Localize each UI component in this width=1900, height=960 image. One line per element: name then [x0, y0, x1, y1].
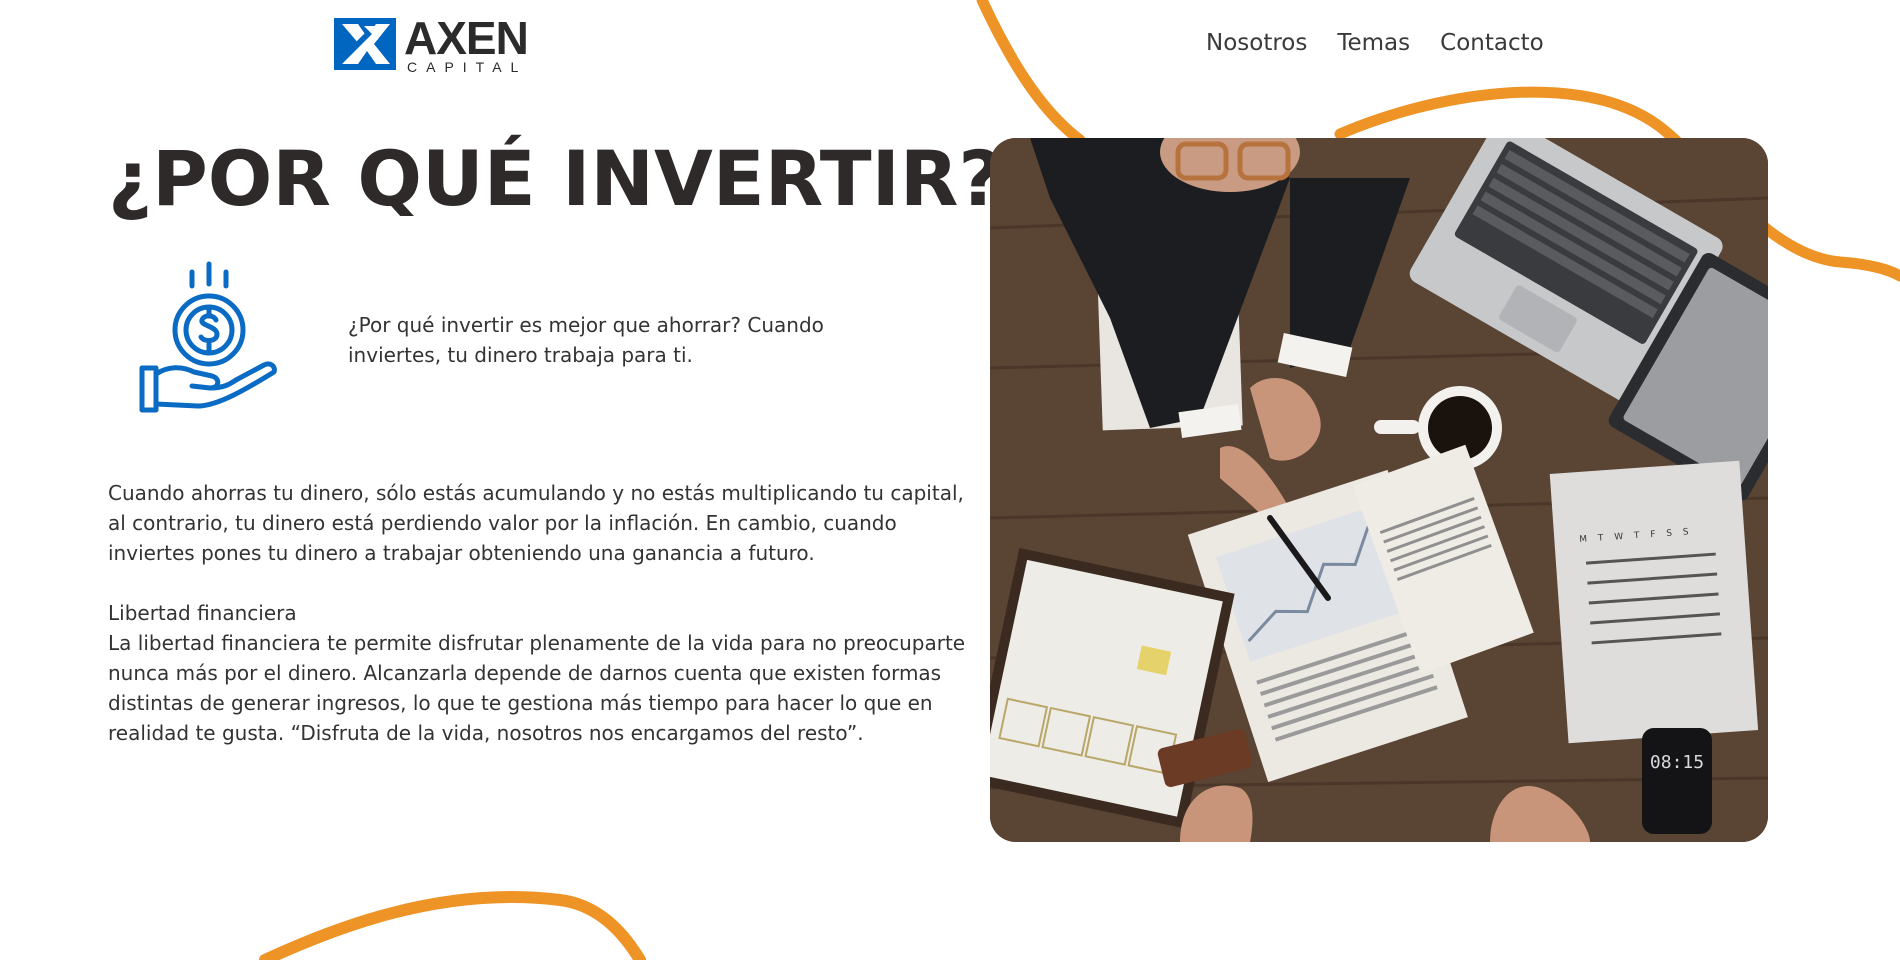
body-paragraph-savings: Cuando ahorras tu dinero, sólo estás acu…	[108, 481, 964, 565]
body-paragraph-freedom: La libertad financiera te permite disfru…	[108, 631, 966, 745]
page-title: ¿POR QUÉ INVERTIR?	[108, 134, 1003, 223]
x-arrow-logo-icon	[334, 18, 396, 70]
main-nav: Nosotros Temas Contacto	[1206, 26, 1544, 60]
svg-text:08:15: 08:15	[1650, 752, 1704, 773]
section-subtitle: Libertad financiera	[108, 601, 297, 625]
logo-name: AXEN	[404, 11, 529, 64]
business-desk-photo: M T W T F S S 08:15	[990, 138, 1768, 842]
nav-link-temas[interactable]: Temas	[1337, 26, 1410, 60]
nav-link-contacto[interactable]: Contacto	[1440, 26, 1544, 60]
page: AXEN CAPITAL Nosotros Temas Contacto ¿PO…	[0, 0, 1900, 960]
intro-text: ¿Por qué invertir es mejor que ahorrar? …	[348, 313, 824, 367]
logo-wordmark: AXEN CAPITAL	[404, 11, 529, 75]
nav-link-nosotros[interactable]: Nosotros	[1206, 26, 1307, 60]
hand-holding-dollar-icon	[139, 261, 277, 413]
body-content: Cuando ahorras tu dinero, sólo estás acu…	[108, 478, 968, 748]
brand-logo[interactable]: AXEN CAPITAL	[334, 11, 529, 75]
logo-tagline: CAPITAL	[407, 58, 528, 75]
